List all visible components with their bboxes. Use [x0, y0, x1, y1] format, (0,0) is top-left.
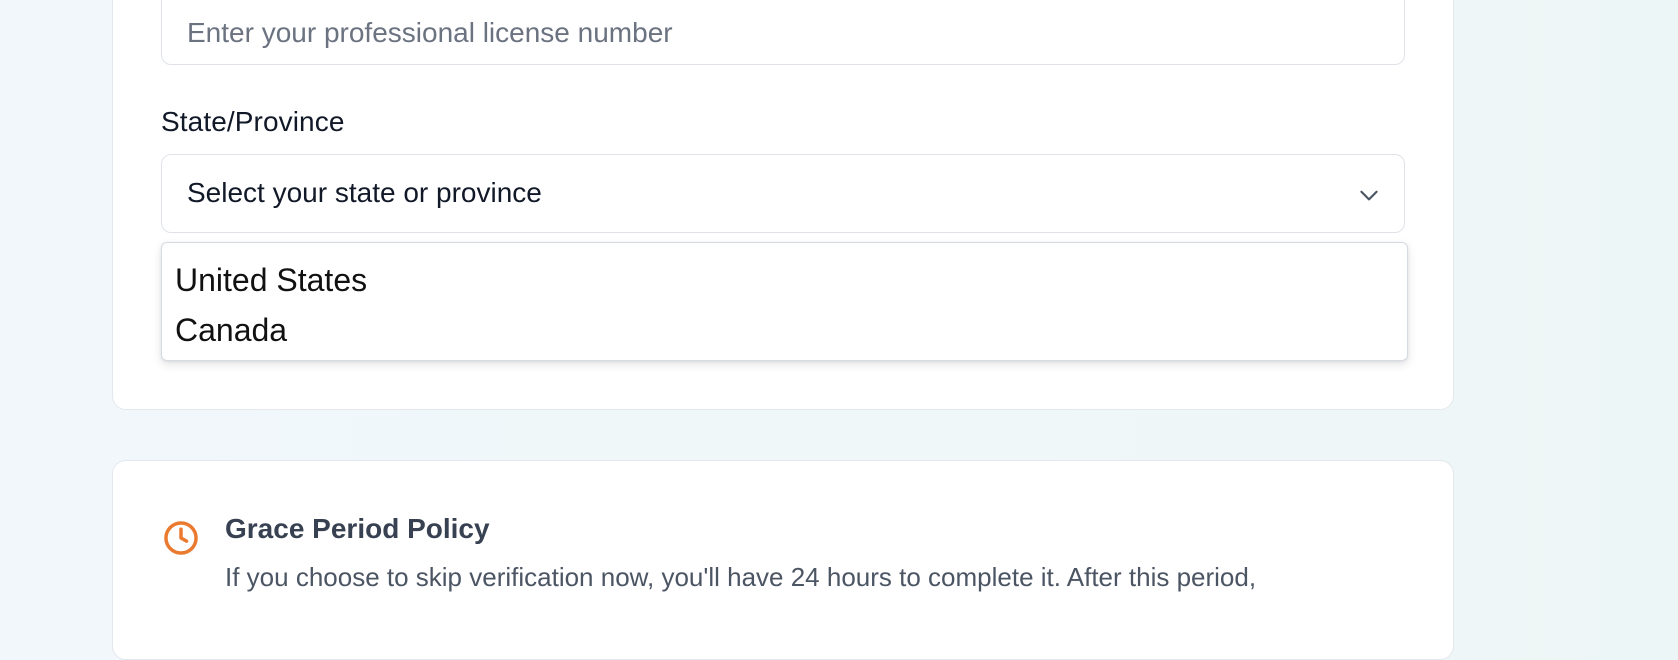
- grace-period-card: [112, 460, 1454, 660]
- clock-icon: [164, 521, 198, 555]
- license-number-input[interactable]: [161, 0, 1405, 65]
- state-province-select-value: Select your state or province: [187, 177, 542, 208]
- chevron-down-icon: [1360, 190, 1378, 201]
- state-province-dropdown: United States Canada: [161, 242, 1408, 361]
- state-province-select[interactable]: Select your state or province: [161, 154, 1405, 233]
- grace-period-description: If you choose to skip verification now, …: [225, 562, 1257, 592]
- grace-period-title: Grace Period Policy: [225, 513, 490, 544]
- dropdown-option-canada[interactable]: Canada: [162, 305, 1407, 355]
- state-province-label: State/Province: [161, 106, 345, 137]
- dropdown-option-united-states[interactable]: United States: [162, 255, 1407, 305]
